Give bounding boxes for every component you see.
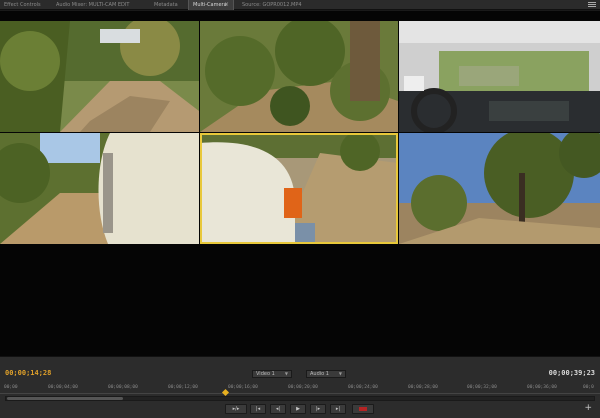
step-back-button[interactable]: ◂| [270, 404, 286, 414]
camera-4-thumbnail[interactable] [0, 133, 199, 244]
camera-3-thumbnail[interactable] [399, 21, 600, 132]
close-icon[interactable]: × [224, 1, 229, 9]
multi-camera-monitor[interactable] [0, 11, 600, 356]
ruler-tick-label: 00;00;36;00 [527, 385, 557, 390]
ruler-tick-label: 00;00;32;00 [467, 385, 497, 390]
duration-timecode: 00;00;39;23 [548, 369, 595, 377]
tab-metadata[interactable]: Metadata [150, 0, 182, 10]
tab-effect-controls[interactable]: Effect Controls [0, 0, 45, 10]
play-in-to-out-button[interactable]: ▸/▸ [225, 404, 247, 414]
record-button[interactable] [352, 404, 374, 414]
record-icon [359, 407, 367, 411]
go-to-out-button[interactable]: ▸| [330, 404, 346, 414]
tab-multi-camera[interactable]: Multi-Camera × [188, 0, 234, 10]
transport-controls: ▸/▸ |◂ ◂| ▶ |▸ ▸| [0, 404, 600, 416]
tab-audio-mixer[interactable]: Audio Mixer: MULTI-CAM EDIT [52, 0, 133, 10]
ruler-tick-label: 00;0 [583, 385, 594, 390]
chevron-down-icon: ▼ [284, 371, 288, 376]
ruler-tick-label: 00;00;28;00 [408, 385, 438, 390]
zoom-scrollbar-thumb[interactable] [7, 397, 123, 400]
camera-5-thumbnail-selected[interactable] [200, 133, 398, 244]
ruler-line [0, 393, 600, 394]
ruler-tick-label: 00;00;20;00 [288, 385, 318, 390]
video-track-select[interactable]: Video 1 ▼ [252, 370, 292, 378]
ruler-tick-label: 00;00 [4, 385, 18, 390]
chevron-down-icon: ▼ [338, 371, 342, 376]
ruler-tick-label: 00;00;24;00 [348, 385, 378, 390]
audio-track-select[interactable]: Audio 1 ▼ [306, 370, 346, 378]
play-button[interactable]: ▶ [290, 404, 306, 414]
ruler-tick-label: 00;00;08;00 [108, 385, 138, 390]
current-timecode[interactable]: 00;00;14;28 [5, 369, 51, 377]
multi-camera-controls: 00;00;14;28 Video 1 ▼ Audio 1 ▼ 00;00;39;2… [0, 356, 600, 418]
camera-1-thumbnail[interactable] [0, 21, 199, 132]
ruler-tick-label: 00;00;04;00 [48, 385, 78, 390]
step-forward-button[interactable]: |▸ [310, 404, 326, 414]
panel-menu-icon[interactable] [588, 1, 596, 9]
camera-2-thumbnail[interactable] [200, 21, 398, 132]
audio-track-select-value: Audio 1 [310, 371, 329, 377]
add-icon[interactable]: + [584, 404, 592, 413]
playhead-marker[interactable] [222, 388, 230, 397]
tab-source[interactable]: Source: GOPR0012.MP4 [238, 0, 306, 10]
panel-tab-bar: Effect Controls Audio Mixer: MULTI-CAM E… [0, 0, 600, 10]
ruler-tick-label: 00;00;12;00 [168, 385, 198, 390]
zoom-scrollbar[interactable] [5, 396, 595, 401]
video-track-select-value: Video 1 [256, 371, 275, 377]
ruler-tick-label: 00;00;16;00 [228, 385, 258, 390]
go-to-in-button[interactable]: |◂ [250, 404, 266, 414]
time-ruler[interactable]: 00;00 00;00;04;00 00;00;08;00 00;00;12;0… [0, 385, 600, 397]
camera-6-thumbnail[interactable] [399, 133, 600, 244]
tab-multi-camera-label: Multi-Camera [193, 2, 227, 8]
